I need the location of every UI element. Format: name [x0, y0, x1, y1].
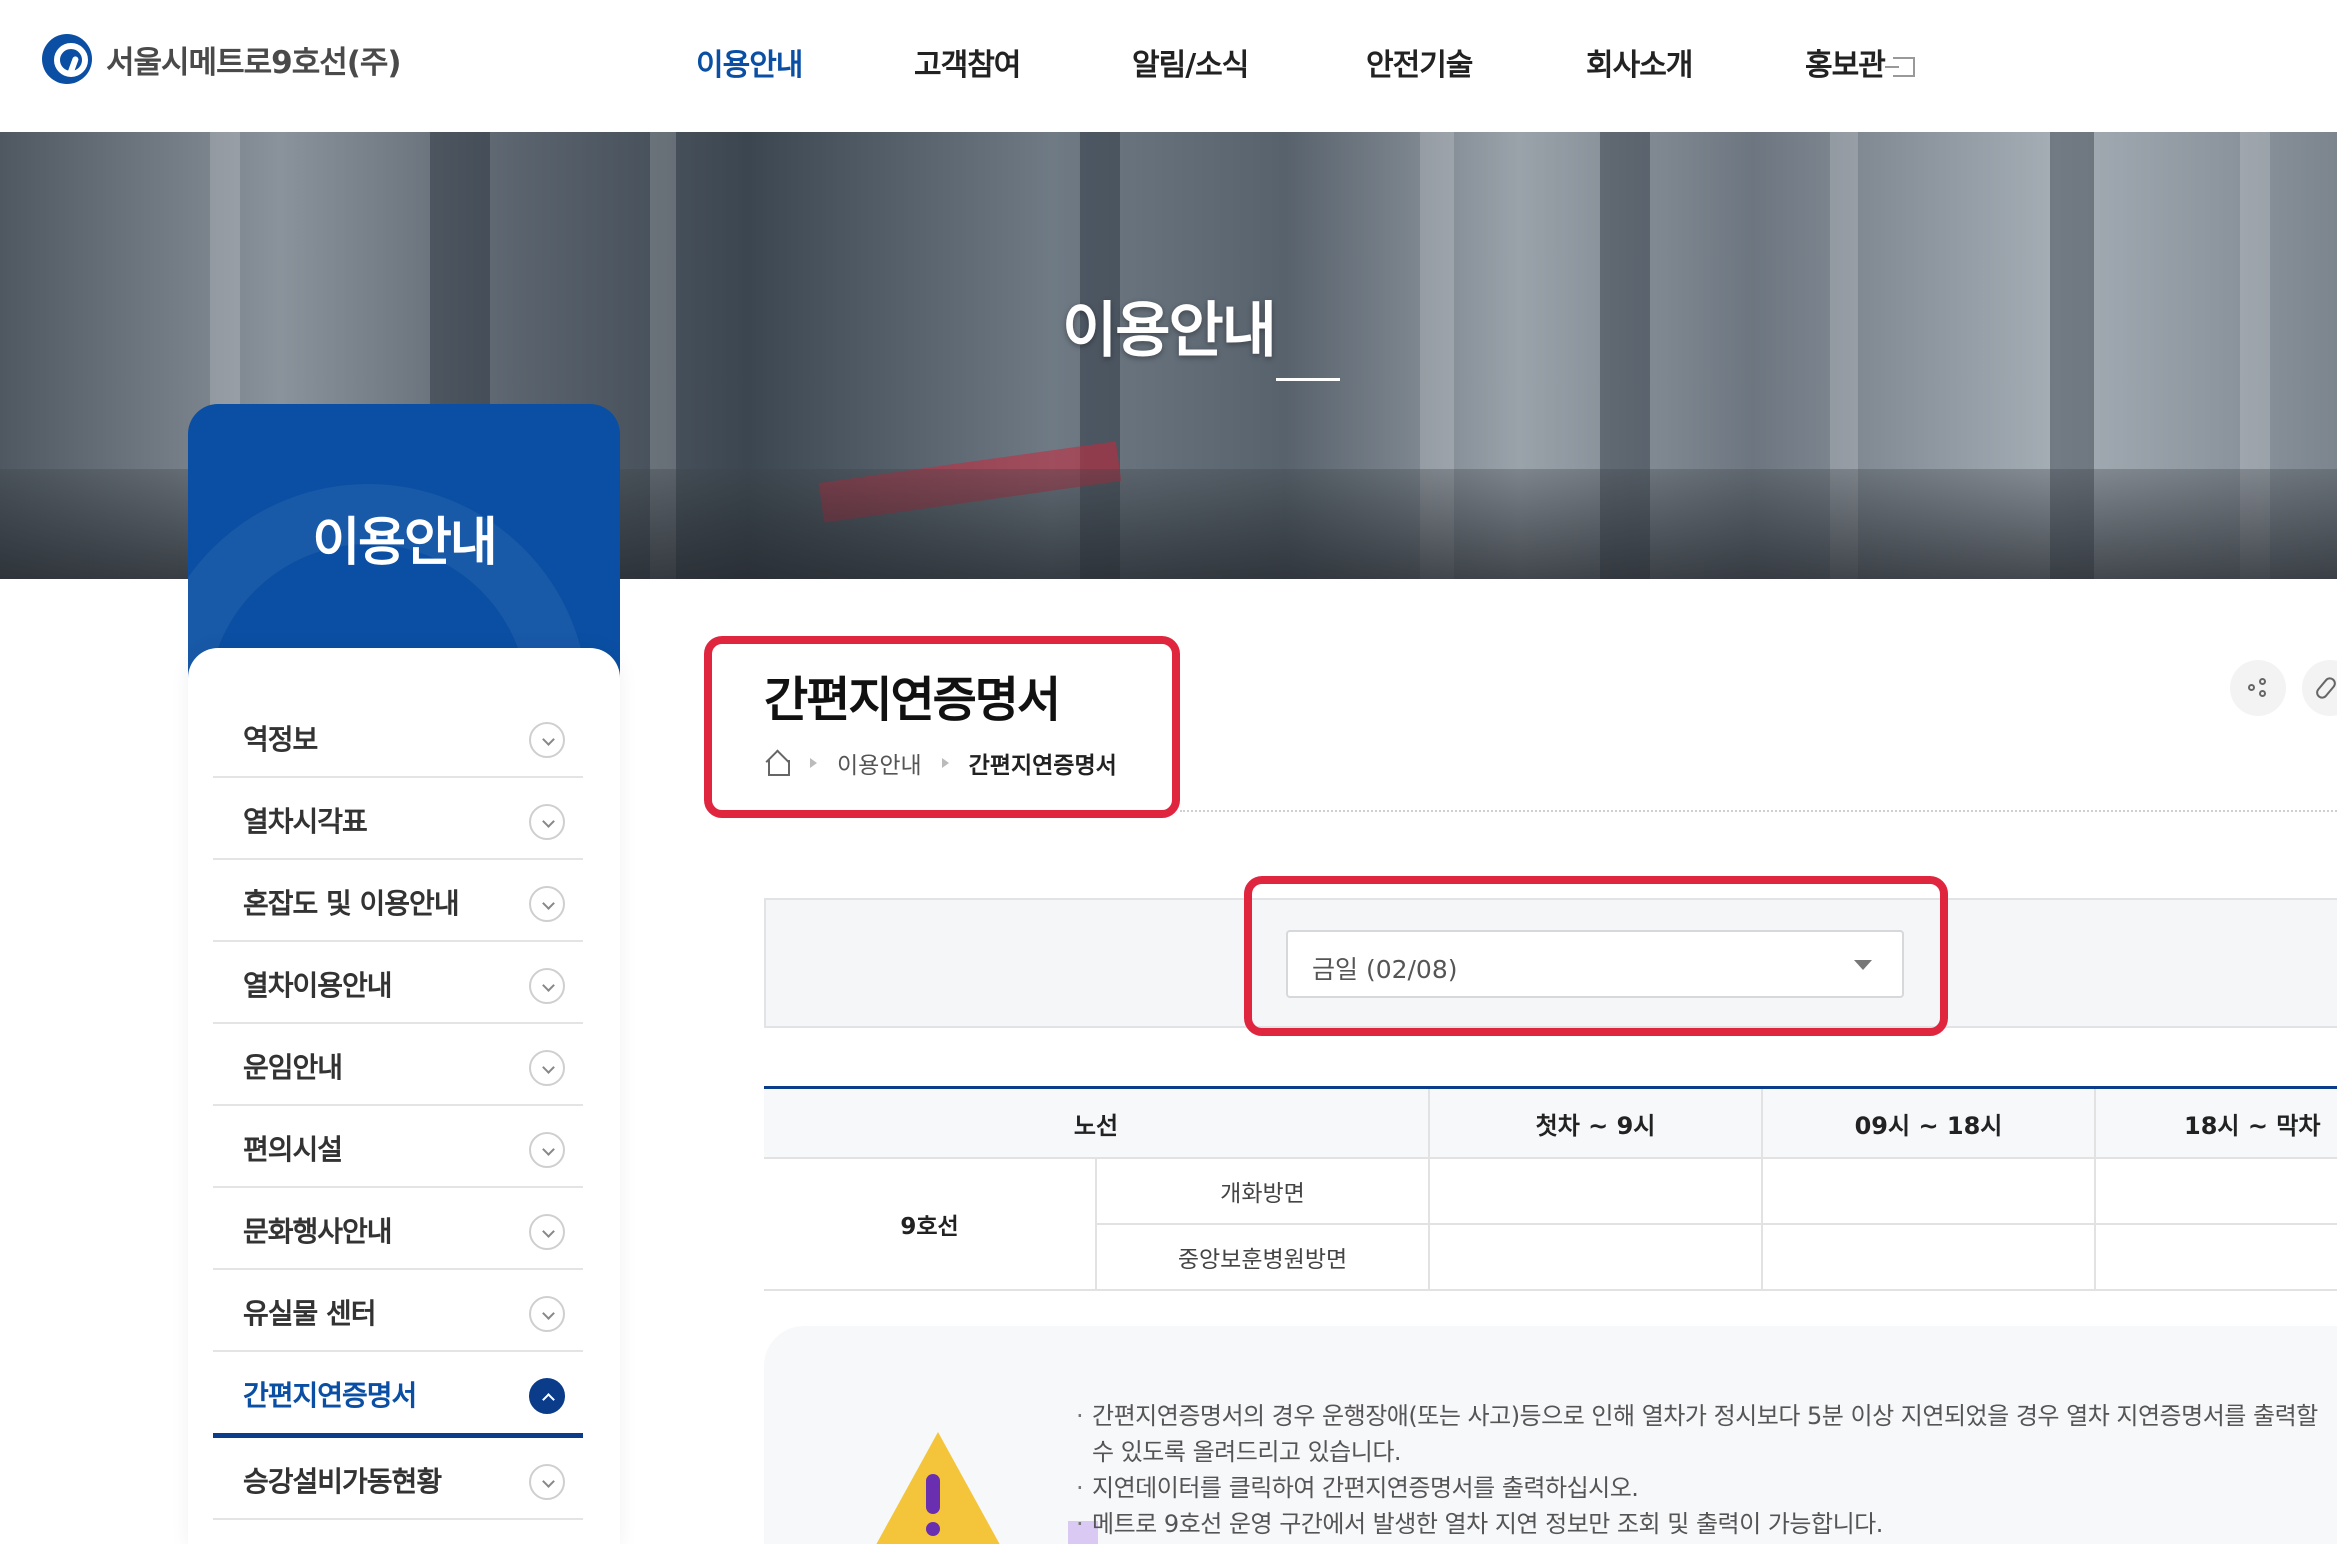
- sidebar-item-label: 유실물 센터: [243, 1297, 377, 1330]
- sidebar-item-timetable[interactable]: 열차시각표: [213, 778, 583, 860]
- table-header: 첫차 ~ 9시: [1430, 1089, 1763, 1159]
- sidebar: 이용안내 역정보 열차시각표 혼잡도 및 이용안내 열차이용안내 운임안내 편의…: [188, 404, 620, 1544]
- title-highlight-box: [704, 636, 1180, 818]
- chevron-down-icon[interactable]: [529, 1050, 565, 1086]
- sidebar-item-label: 운임안내: [243, 1051, 343, 1084]
- sidebar-item-train-guide[interactable]: 열차이용안내: [213, 942, 583, 1024]
- share-icon: [2248, 678, 2268, 698]
- chevron-down-icon[interactable]: [529, 1214, 565, 1250]
- table-header: 09시 ~ 18시: [1763, 1089, 2096, 1159]
- table-cell-direction: 개화방면: [1097, 1159, 1430, 1225]
- sidebar-item-label: 편의시설: [243, 1133, 343, 1166]
- table-cell[interactable]: [2096, 1159, 2337, 1225]
- chevron-down-icon[interactable]: [529, 1132, 565, 1168]
- chevron-up-icon[interactable]: [529, 1378, 565, 1414]
- nav-item-company[interactable]: 회사소개: [1586, 40, 1693, 84]
- table-cell[interactable]: [1430, 1159, 1763, 1225]
- hero-title: 이용안내: [1062, 296, 1277, 366]
- notice-box: 간편지연증명서의 경우 운행장애(또는 사고)등으로 인해 열차가 정시보다 5…: [764, 1326, 2337, 1544]
- share-button[interactable]: [2230, 660, 2286, 716]
- sidebar-item-elevator-status[interactable]: 승강설비가동현황: [213, 1438, 583, 1520]
- chevron-down-icon[interactable]: [529, 804, 565, 840]
- sidebar-item-label: 승강설비가동현황: [243, 1465, 442, 1498]
- sidebar-item-label: 열차시각표: [243, 805, 368, 838]
- sidebar-item-label: 열차이용안내: [243, 969, 393, 1002]
- sidebar-item-label: 문화행사안내: [243, 1215, 393, 1248]
- external-link-icon: [1884, 57, 1915, 77]
- chevron-down-icon[interactable]: [529, 1296, 565, 1332]
- sidebar-item-culture-events[interactable]: 문화행사안내: [213, 1188, 583, 1270]
- table-cell[interactable]: [1430, 1225, 1763, 1291]
- notice-item: 지연데이터를 클릭하여 간편지연증명서를 출력하십시오.: [1076, 1470, 2336, 1506]
- sidebar-title: 이용안내: [312, 513, 497, 573]
- nav-item-news[interactable]: 알림/소식: [1132, 40, 1249, 84]
- title-divider: [1180, 810, 2337, 812]
- table-cell[interactable]: [1763, 1159, 2096, 1225]
- table-header: 18시 ~ 막차: [2096, 1089, 2337, 1159]
- notice-item: 메트로 9호선 운영 구간에서 발생한 열차 지연 정보만 조회 및 출력이 가…: [1076, 1506, 2336, 1542]
- chevron-down-icon[interactable]: [529, 968, 565, 1004]
- table-cell[interactable]: [2096, 1225, 2337, 1291]
- sidebar-menu: 역정보 열차시각표 혼잡도 및 이용안내 열차이용안내 운임안내 편의시설 문화…: [188, 648, 620, 1544]
- chevron-down-icon[interactable]: [529, 1464, 565, 1500]
- main-nav: 이용안내 고객참여 알림/소식 안전기술 회사소개 홍보관: [0, 40, 2337, 83]
- nav-item-pr[interactable]: 홍보관: [1805, 40, 1915, 84]
- nav-item-safety[interactable]: 안전기술: [1366, 40, 1473, 84]
- paperclip-icon: [2313, 674, 2337, 702]
- table-cell[interactable]: [1763, 1225, 2096, 1291]
- sidebar-item-label: 역정보: [243, 723, 318, 756]
- sidebar-item-station-info[interactable]: 역정보: [213, 696, 583, 778]
- notice-list: 간편지연증명서의 경우 운행장애(또는 사고)등으로 인해 열차가 정시보다 5…: [1076, 1398, 2336, 1542]
- sidebar-item-label: 간편지연증명서: [243, 1379, 417, 1412]
- attach-button[interactable]: [2302, 660, 2337, 716]
- warning-icon: [868, 1426, 1098, 1544]
- sidebar-item-congestion[interactable]: 혼잡도 및 이용안내: [213, 860, 583, 942]
- chevron-down-icon[interactable]: [529, 722, 565, 758]
- sidebar-item-delay-certificate[interactable]: 간편지연증명서: [213, 1352, 583, 1438]
- table-cell-line: 9호선: [764, 1159, 1097, 1291]
- table-cell-direction: 중앙보훈병원방면: [1097, 1225, 1430, 1291]
- sidebar-item-facilities[interactable]: 편의시설: [213, 1106, 583, 1188]
- sidebar-item-lost-found[interactable]: 유실물 센터: [213, 1270, 583, 1352]
- nav-item-customer[interactable]: 고객참여: [914, 40, 1021, 84]
- select-highlight-box: [1244, 876, 1948, 1036]
- nav-item-pr-label: 홍보관: [1805, 48, 1886, 83]
- sidebar-item-label: 혼잡도 및 이용안내: [243, 887, 460, 920]
- site-header: 서울시메트로9호선(주) 이용안내 고객참여 알림/소식 안전기술 회사소개 홍…: [0, 0, 2337, 132]
- hero-divider: [1276, 378, 1340, 381]
- nav-item-usage-guide[interactable]: 이용안내: [696, 40, 803, 84]
- notice-item: 간편지연증명서의 경우 운행장애(또는 사고)등으로 인해 열차가 정시보다 5…: [1076, 1398, 2336, 1470]
- table-header: 노선: [764, 1089, 1430, 1159]
- sidebar-item-fare[interactable]: 운임안내: [213, 1024, 583, 1106]
- chevron-down-icon[interactable]: [529, 886, 565, 922]
